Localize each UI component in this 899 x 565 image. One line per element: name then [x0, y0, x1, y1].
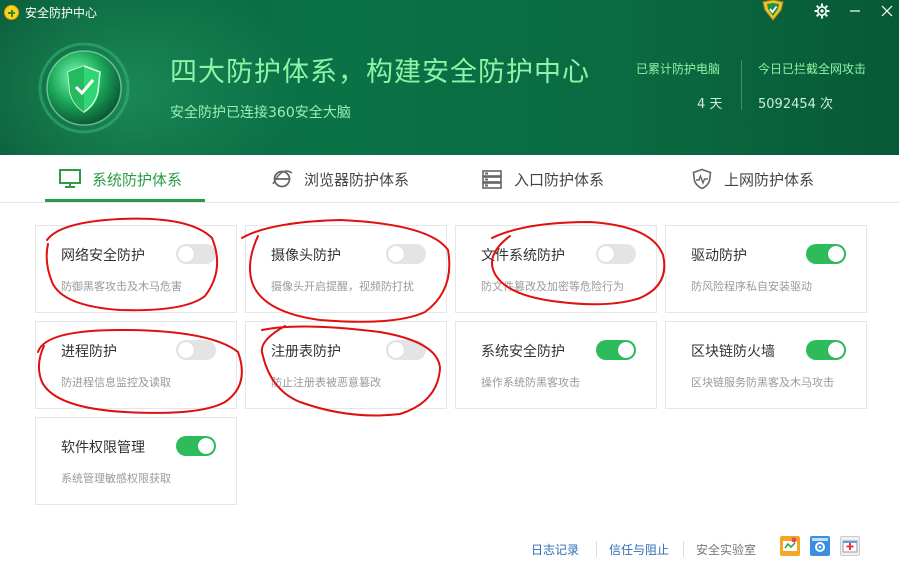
protection-tabs: 系统防护体系 浏览器防护体系 入口防护体系 上网防护体系	[0, 155, 899, 203]
card-software-permission: 软件权限管理 系统管理敏感权限获取	[35, 417, 237, 505]
app-logo-icon	[4, 5, 19, 20]
header-banner: 安全防护中心 四大防护体系，构建安全防护中心 安全防护已连接360安全大脑 已累…	[0, 0, 899, 155]
card-description: 操作系统防黑客攻击	[481, 376, 580, 389]
tab-browser-protection[interactable]: 浏览器防护体系	[270, 155, 409, 203]
driver-protection-toggle[interactable]	[806, 244, 846, 264]
tab-label: 系统防护体系	[92, 170, 183, 189]
blockchain-firewall-toggle[interactable]	[806, 340, 846, 360]
stat-divider	[741, 60, 742, 110]
tab-internet-protection[interactable]: 上网防护体系	[690, 155, 814, 203]
tab-label: 入口防护体系	[514, 170, 605, 189]
card-title: 进程防护	[61, 344, 117, 360]
toggle-knob	[388, 246, 404, 262]
toggle-knob	[828, 342, 844, 358]
card-title: 文件系统防护	[481, 248, 565, 264]
card-network-protection: 网络安全防护 防御黑客攻击及木马危害	[35, 225, 237, 313]
card-driver-protection: 驱动防护 防风险程序私自安装驱动	[665, 225, 867, 313]
card-description: 防文件篡改及加密等危险行为	[481, 280, 624, 293]
card-description: 防进程信息监控及读取	[61, 376, 171, 389]
card-title: 区块链防火墙	[691, 344, 775, 360]
tab-label: 上网防护体系	[724, 170, 815, 189]
card-description: 系统管理敏感权限获取	[61, 472, 171, 485]
card-title: 系统安全防护	[481, 344, 565, 360]
close-icon[interactable]	[873, 0, 899, 22]
card-title: 注册表防护	[271, 344, 341, 360]
footer-divider	[596, 541, 597, 557]
card-title: 网络安全防护	[61, 248, 145, 264]
card-description: 摄像头开启提醒，视频防打扰	[271, 280, 414, 293]
active-tab-indicator	[45, 199, 205, 202]
card-camera-protection: 摄像头防护 摄像头开启提醒，视频防打扰	[245, 225, 447, 313]
toggle-knob	[178, 342, 194, 358]
toggle-knob	[178, 246, 194, 262]
card-description: 防御黑客攻击及木马危害	[61, 280, 182, 293]
card-blockchain-firewall: 区块链防火墙 区块链服务防黑客及木马攻击	[665, 321, 867, 409]
card-filesystem-protection: 文件系统防护 防文件篡改及加密等危险行为	[455, 225, 657, 313]
tab-system-protection[interactable]: 系统防护体系	[58, 155, 182, 203]
ie-icon	[270, 167, 294, 191]
software-permission-toggle[interactable]	[176, 436, 216, 456]
card-title: 软件权限管理	[61, 440, 145, 456]
card-description: 区块链服务防黑客及木马攻击	[691, 376, 834, 389]
registry-protection-toggle[interactable]	[386, 340, 426, 360]
protected-days-label: 已累计防护电脑	[636, 62, 721, 76]
medal-badge-icon[interactable]	[760, 0, 786, 22]
hero-subtitle: 安全防护已连接360安全大脑	[170, 105, 351, 121]
first-aid-tool-icon[interactable]	[840, 536, 860, 556]
footer-divider	[683, 541, 684, 557]
tab-entry-protection[interactable]: 入口防护体系	[480, 155, 604, 203]
card-process-protection: 进程防护 防进程信息监控及读取	[35, 321, 237, 409]
camera-protection-toggle[interactable]	[386, 244, 426, 264]
security-lab-link[interactable]: 安全实验室	[696, 541, 756, 558]
lab-tool-icon[interactable]	[780, 536, 800, 556]
tab-label: 浏览器防护体系	[304, 170, 410, 189]
protected-days-value: 4 天	[697, 97, 723, 112]
toggle-knob	[828, 246, 844, 262]
toggle-knob	[198, 438, 214, 454]
card-title: 驱动防护	[691, 248, 747, 264]
trust-and-block-link[interactable]: 信任与阻止	[609, 541, 669, 558]
toggle-knob	[618, 342, 634, 358]
settings-gear-icon[interactable]	[808, 0, 836, 22]
network-protection-toggle[interactable]	[176, 244, 216, 264]
system-security-toggle[interactable]	[596, 340, 636, 360]
blocked-attacks-value: 5092454 次	[758, 97, 834, 112]
title-bar: 安全防护中心	[0, 0, 899, 24]
card-description: 防风险程序私自安装驱动	[691, 280, 812, 293]
app-title: 安全防护中心	[25, 6, 98, 20]
card-system-security: 系统安全防护 操作系统防黑客攻击	[455, 321, 657, 409]
protection-shield-icon	[38, 42, 130, 134]
filesystem-protection-toggle[interactable]	[596, 244, 636, 264]
net-shield-icon	[690, 167, 714, 191]
log-records-link[interactable]: 日志记录	[531, 541, 579, 558]
blocked-attacks-label: 今日已拦截全网攻击	[758, 62, 867, 76]
process-protection-toggle[interactable]	[176, 340, 216, 360]
card-description: 防止注册表被恶意篡改	[271, 376, 381, 389]
hero-title: 四大防护体系，构建安全防护中心	[170, 57, 590, 88]
toggle-knob	[388, 342, 404, 358]
settings-tool-icon[interactable]	[810, 536, 830, 556]
card-registry-protection: 注册表防护 防止注册表被恶意篡改	[245, 321, 447, 409]
card-title: 摄像头防护	[271, 248, 341, 264]
monitor-icon	[58, 167, 82, 191]
toggle-knob	[598, 246, 614, 262]
minimize-icon[interactable]	[841, 0, 869, 22]
entry-icon	[480, 167, 504, 191]
